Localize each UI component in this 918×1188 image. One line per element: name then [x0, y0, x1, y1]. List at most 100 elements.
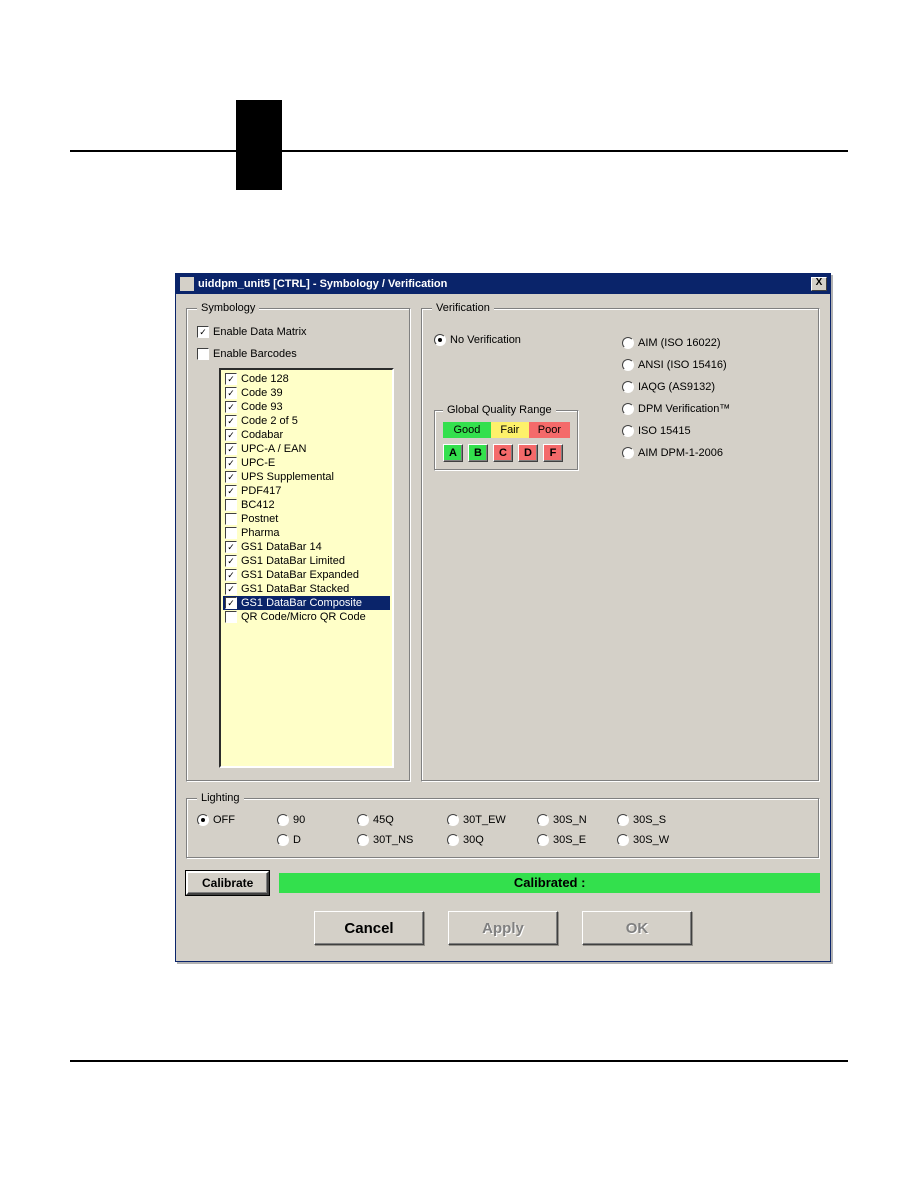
grade-button[interactable]: C [493, 444, 513, 462]
barcode-item[interactable]: ✓ UPS Supplemental [223, 470, 390, 484]
barcode-item[interactable]: Pharma [223, 526, 390, 540]
radio-icon [622, 425, 634, 437]
radio-icon [434, 334, 446, 346]
close-button[interactable]: X [811, 277, 827, 291]
cancel-button[interactable]: Cancel [314, 911, 424, 945]
lighting-radio[interactable]: D [277, 832, 357, 848]
checkbox-icon: ✓ [225, 541, 237, 553]
lighting-radio-label: 30S_E [553, 833, 586, 847]
checkbox-icon: ✓ [225, 387, 237, 399]
checkbox-icon: ✓ [225, 471, 237, 483]
verification-radio[interactable]: AIM (ISO 16022) [622, 332, 812, 354]
radio-icon [622, 381, 634, 393]
barcode-item-label: Code 93 [241, 400, 283, 414]
verification-radio[interactable]: IAQG (AS9132) [622, 376, 812, 398]
top-divider [70, 150, 848, 152]
quality-strip: Good Fair Poor [443, 422, 570, 438]
barcode-item[interactable]: BC412 [223, 498, 390, 512]
barcode-item-label: UPS Supplemental [241, 470, 334, 484]
barcode-item-label: UPC-A / EAN [241, 442, 306, 456]
barcode-item-label: Postnet [241, 512, 278, 526]
barcode-item[interactable]: ✓Codabar [223, 428, 390, 442]
grade-button[interactable]: F [543, 444, 563, 462]
lighting-radio-label: D [293, 833, 301, 847]
apply-button[interactable]: Apply [448, 911, 558, 945]
barcode-item[interactable]: ✓PDF417 [223, 484, 390, 498]
titlebar: uiddpm_unit5 [CTRL] - Symbology / Verifi… [176, 274, 830, 294]
lighting-radio[interactable]: 30T_NS [357, 832, 447, 848]
radio-icon [197, 814, 209, 826]
radio-icon [357, 814, 369, 826]
barcode-item-label: Code 2 of 5 [241, 414, 298, 428]
verification-radio[interactable]: ISO 15415 [622, 420, 812, 442]
barcode-item[interactable]: ✓ GS1 DataBar Expanded [223, 568, 390, 582]
verification-radio-label: DPM Verification™ [638, 402, 730, 416]
enable-datamatrix-checkbox[interactable]: ✓ Enable Data Matrix [197, 324, 400, 340]
radio-icon [617, 814, 629, 826]
grade-button[interactable]: B [468, 444, 488, 462]
lighting-radio[interactable]: 30S_N [537, 812, 617, 828]
barcode-item[interactable]: ✓Code 2 of 5 [223, 414, 390, 428]
grade-button[interactable]: D [518, 444, 538, 462]
verification-right-column: AIM (ISO 16022)ANSI (ISO 15416)IAQG (AS9… [622, 332, 812, 464]
lighting-radio[interactable]: 30Q [447, 832, 537, 848]
barcode-item-label: GS1 DataBar Composite [241, 596, 362, 610]
verification-radio-label: AIM DPM-1-2006 [638, 446, 723, 460]
barcode-item[interactable]: ✓ UPC-E [223, 456, 390, 470]
checkbox-icon [225, 513, 237, 525]
lighting-radio[interactable]: 90 [277, 812, 357, 828]
verification-radio[interactable]: ANSI (ISO 15416) [622, 354, 812, 376]
barcode-item[interactable]: ✓ GS1 DataBar 14 [223, 540, 390, 554]
radio-icon [277, 814, 289, 826]
barcode-item[interactable]: ✓GS1 DataBar Limited [223, 554, 390, 568]
checkbox-icon: ✓ [225, 569, 237, 581]
barcode-item-label: GS1 DataBar 14 [241, 540, 322, 554]
barcode-item[interactable]: ✓GS1 DataBar Composite [223, 596, 390, 610]
verification-radio-label: ISO 15415 [638, 424, 691, 438]
barcode-item[interactable]: Postnet [223, 512, 390, 526]
checkbox-icon: ✓ [225, 555, 237, 567]
lighting-radio[interactable]: 30S_S [617, 812, 697, 828]
verification-radio[interactable]: DPM Verification™ [622, 398, 812, 420]
lighting-radio[interactable]: 30T_EW [447, 812, 537, 828]
barcode-item[interactable]: ✓Code 128 [223, 372, 390, 386]
radio-icon [622, 447, 634, 459]
barcode-listbox[interactable]: ✓Code 128✓Code 39✓Code 93✓Code 2 of 5✓Co… [219, 368, 394, 768]
barcode-item[interactable]: ✓UPC-A / EAN [223, 442, 390, 456]
window-title: uiddpm_unit5 [CTRL] - Symbology / Verifi… [198, 278, 811, 290]
lighting-radio[interactable]: 30S_E [537, 832, 617, 848]
barcode-item-label: UPC-E [241, 456, 275, 470]
lighting-radio-label: 45Q [373, 813, 394, 827]
verification-radio-label: No Verification [450, 333, 521, 347]
barcode-item[interactable]: QR Code/Micro QR Code [223, 610, 390, 624]
symbology-legend: Symbology [197, 302, 259, 314]
lighting-radio[interactable]: 45Q [357, 812, 447, 828]
barcode-item[interactable]: ✓GS1 DataBar Stacked [223, 582, 390, 596]
checkbox-icon: ✓ [225, 401, 237, 413]
verification-radio[interactable]: AIM DPM-1-2006 [622, 442, 812, 464]
checkbox-icon: ✓ [197, 326, 209, 338]
lighting-radio-label: 30Q [463, 833, 484, 847]
radio-icon [622, 359, 634, 371]
barcode-item[interactable]: ✓ Code 39 [223, 386, 390, 400]
ok-button[interactable]: OK [582, 911, 692, 945]
lighting-radio[interactable]: OFF [197, 812, 277, 828]
global-quality-legend: Global Quality Range [443, 404, 556, 416]
app-icon [180, 277, 194, 291]
lighting-radio-label: OFF [213, 813, 235, 827]
barcode-item-label: GS1 DataBar Expanded [241, 568, 359, 582]
dialog-window: uiddpm_unit5 [CTRL] - Symbology / Verifi… [175, 273, 831, 962]
lighting-radio[interactable]: 30S_W [617, 832, 697, 848]
barcode-item[interactable]: ✓ Code 93 [223, 400, 390, 414]
calibrate-button[interactable]: Calibrate [186, 871, 269, 895]
enable-barcodes-checkbox[interactable]: Enable Barcodes [197, 346, 400, 362]
barcode-item-label: GS1 DataBar Stacked [241, 582, 349, 596]
lighting-radio-label: 30T_EW [463, 813, 506, 827]
verification-radio[interactable]: No Verification [434, 332, 584, 348]
checkbox-icon: ✓ [225, 457, 237, 469]
checkbox-icon [197, 348, 209, 360]
barcode-item-label: Code 39 [241, 386, 283, 400]
barcode-item-label: Pharma [241, 526, 280, 540]
grade-buttons: ABCDF [443, 444, 570, 462]
grade-button[interactable]: A [443, 444, 463, 462]
